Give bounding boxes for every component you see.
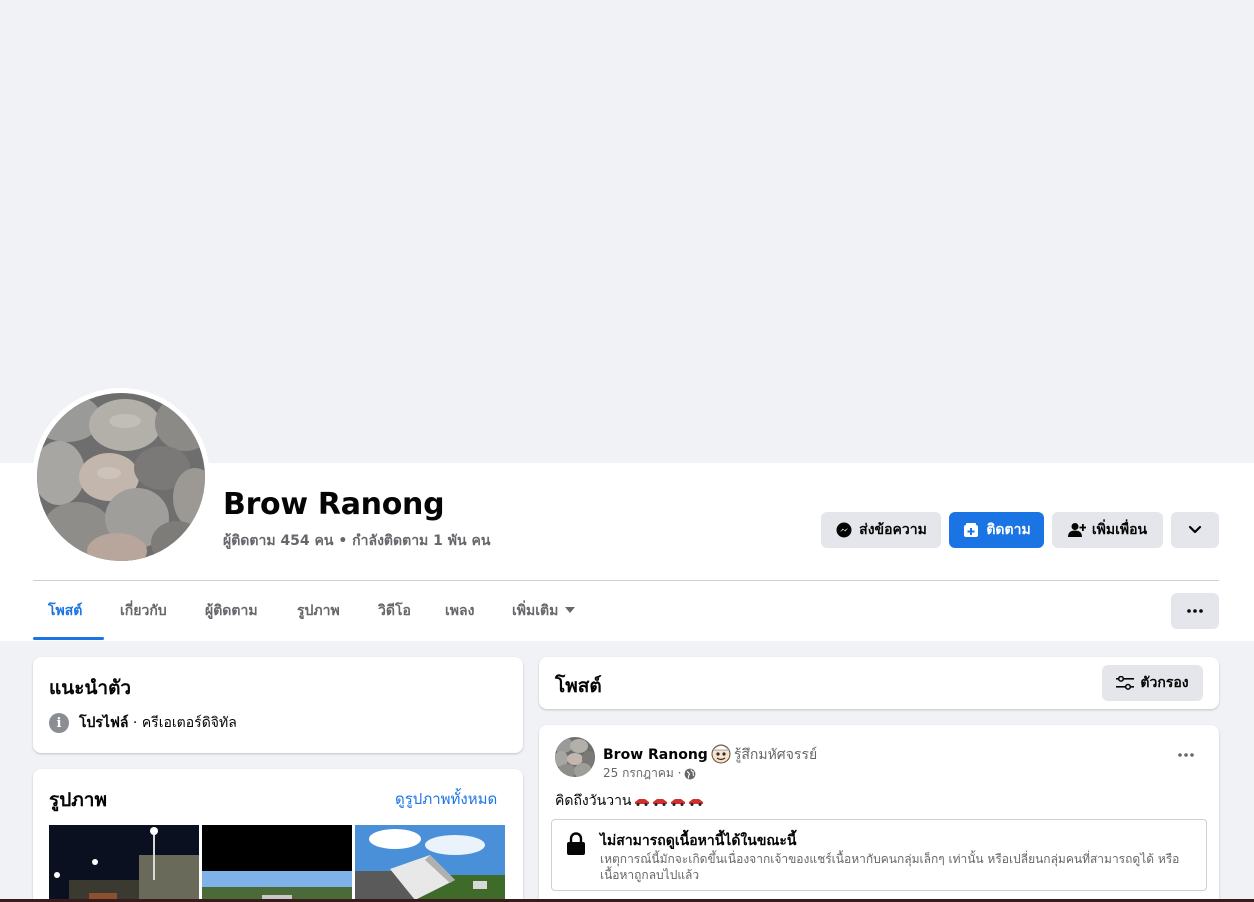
globe-icon xyxy=(685,768,696,779)
profile-avatar[interactable] xyxy=(32,388,210,566)
filter-label: ตัวกรอง xyxy=(1140,675,1189,691)
message-button[interactable]: ส่งข้อความ xyxy=(821,512,941,548)
racing-car-icon xyxy=(688,799,703,806)
see-all-photos-link[interactable]: ดูรูปภาพทั้งหมด xyxy=(395,787,497,811)
photo-thumbnail[interactable] xyxy=(355,825,505,902)
racing-car-icon xyxy=(670,799,685,806)
add-friend-icon xyxy=(1067,521,1086,539)
more-dots-icon xyxy=(1187,609,1203,613)
follow-button[interactable]: ติดตาม xyxy=(949,512,1044,548)
intro-card: แนะนำตัว i โปรไฟล์ · ครีเอเตอร์ดิจิทัล xyxy=(33,657,523,753)
intro-title: แนะนำตัว xyxy=(49,677,132,699)
feeling-emoji-icon xyxy=(710,742,732,768)
message-label: ส่งข้อความ xyxy=(859,522,927,538)
header-divider xyxy=(33,580,1219,581)
info-icon: i xyxy=(49,713,69,733)
tab-videos[interactable]: วิดีโอ xyxy=(378,600,411,622)
post-feeling: รู้สึกมหัศจรรย์ xyxy=(733,747,818,763)
add-friend-button[interactable]: เพิ่มเพื่อน xyxy=(1052,512,1163,548)
follow-icon xyxy=(962,521,980,539)
content-unavailable-notice: ไม่สามารถดูเนื้อหานี้ได้ในขณะนี้ เหตุการ… xyxy=(551,819,1207,891)
more-options-button[interactable] xyxy=(1171,593,1219,629)
post-text-content: คิดถึงวันวาน xyxy=(555,793,632,809)
intro-profile-label: โปรไฟล์ xyxy=(79,715,129,731)
post-date: 25 กรกฎาคม · xyxy=(603,766,682,780)
post-options-button[interactable] xyxy=(1168,743,1204,767)
more-dots-icon xyxy=(1178,753,1194,757)
tab-music[interactable]: เพลง xyxy=(445,600,474,622)
follower-stats[interactable]: ผู้ติดตาม 454 คน • กำลังติดตาม 1 พัน คน xyxy=(223,530,490,552)
post-text: คิดถึงวันวาน xyxy=(555,790,704,812)
unavailable-title: ไม่สามารถดูเนื้อหานี้ได้ในขณะนี้ xyxy=(600,833,797,849)
filter-button[interactable]: ตัวกรอง xyxy=(1102,665,1203,701)
post-author-name[interactable]: Brow Ranong xyxy=(603,747,708,763)
caret-down-icon xyxy=(565,607,576,613)
unavailable-description: เหตุการณ์นี้มักจะเกิดขึ้นเนื่องจากเจ้าขอ… xyxy=(600,852,1180,882)
tab-posts[interactable]: โพสต์ xyxy=(48,600,82,622)
intro-profile-row: i โปรไฟล์ · ครีเอเตอร์ดิจิทัล xyxy=(49,712,237,734)
filter-icon xyxy=(1116,676,1135,690)
profile-name: Brow Ranong xyxy=(223,487,445,522)
post-author-avatar[interactable] xyxy=(555,737,595,777)
messenger-icon xyxy=(835,521,853,539)
photo-thumbnail[interactable] xyxy=(49,825,199,902)
tab-followers[interactable]: ผู้ติดตาม xyxy=(205,600,258,622)
racing-car-icon xyxy=(634,799,649,806)
racing-car-icon xyxy=(652,799,667,806)
post-timestamp[interactable]: 25 กรกฎาคม · xyxy=(603,764,696,783)
add-friend-label: เพิ่มเพื่อน xyxy=(1091,522,1148,538)
active-tab-indicator xyxy=(33,637,104,640)
chevron-down-icon xyxy=(1186,521,1204,539)
photo-thumbnail[interactable] xyxy=(202,825,352,902)
follow-label: ติดตาม xyxy=(986,522,1031,538)
tab-photos[interactable]: รูปภาพ xyxy=(297,600,340,622)
posts-header-card: โพสต์ ตัวกรอง xyxy=(539,657,1219,709)
photos-title: รูปภาพ xyxy=(49,789,107,811)
photos-card: รูปภาพ ดูรูปภาพทั้งหมด xyxy=(33,769,523,902)
lock-icon xyxy=(567,832,585,855)
posts-title: โพสต์ xyxy=(555,675,602,697)
tab-more-label: เพิ่มเติม xyxy=(512,603,559,619)
intro-profile-desc: · ครีเอเตอร์ดิจิทัล xyxy=(128,715,237,731)
tab-about[interactable]: เกี่ยวกับ xyxy=(120,600,167,622)
profile-options-button[interactable] xyxy=(1171,512,1219,548)
tab-more[interactable]: เพิ่มเติม xyxy=(512,600,576,622)
post-card: Brow Ranong รู้สึกมหัศจรรย์ 25 กรกฎาคม ·… xyxy=(539,725,1219,902)
